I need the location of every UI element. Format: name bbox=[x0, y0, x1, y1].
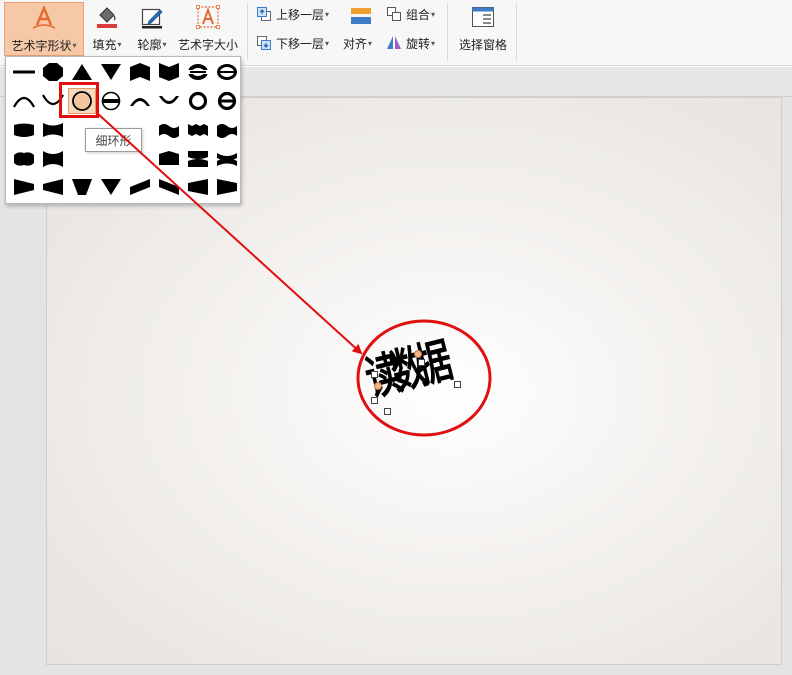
shape-chevron-up[interactable] bbox=[126, 59, 154, 85]
adjustment-handle[interactable] bbox=[414, 350, 422, 358]
dropdown-arrow-icon: ▾ bbox=[368, 38, 373, 48]
ribbon-separator bbox=[516, 4, 517, 60]
outline-label: 轮廓 bbox=[137, 38, 162, 52]
shape-curve-up[interactable] bbox=[155, 117, 183, 143]
group-icon bbox=[387, 7, 401, 21]
shape-triangle-inverted[interactable] bbox=[97, 174, 125, 200]
resize-handle[interactable] bbox=[384, 408, 391, 415]
shape-slant-up[interactable] bbox=[126, 174, 154, 200]
selection-pane-icon bbox=[471, 2, 495, 32]
shape-triangle-down[interactable] bbox=[97, 59, 125, 85]
shape-curve-down[interactable] bbox=[184, 117, 212, 143]
shape-button-pour[interactable] bbox=[213, 88, 241, 114]
shape-arch-up[interactable] bbox=[10, 88, 38, 114]
wordart-shape-label: 艺术字形状 bbox=[11, 39, 72, 53]
wordart-shape-button[interactable]: 艺术字形状▾ bbox=[4, 2, 84, 56]
shape-tooltip: 细环形 bbox=[85, 128, 142, 152]
dropdown-arrow-icon: ▾ bbox=[72, 41, 77, 50]
shape-fade-right[interactable] bbox=[10, 174, 38, 200]
dropdown-arrow-icon: ▾ bbox=[325, 9, 330, 19]
shape-fade-left[interactable] bbox=[39, 174, 67, 200]
ribbon-separator bbox=[247, 4, 248, 60]
shape-cascade-up[interactable] bbox=[184, 174, 212, 200]
outline-button[interactable]: 轮廓▾ bbox=[131, 2, 173, 56]
resize-handle[interactable] bbox=[418, 359, 425, 366]
rotate-icon bbox=[387, 36, 401, 49]
shape-slant-down[interactable] bbox=[155, 174, 183, 200]
shape-wave-2[interactable] bbox=[39, 117, 67, 143]
send-backward-label: 下移一层 bbox=[276, 36, 325, 51]
adjustment-handle[interactable] bbox=[374, 382, 382, 390]
resize-handle[interactable] bbox=[371, 371, 378, 378]
wordart-size-label: 艺术字大小 bbox=[177, 38, 238, 52]
selection-pane-label: 选择窗格 bbox=[458, 38, 507, 52]
shape-circle-pour[interactable] bbox=[184, 88, 212, 114]
workspace-bottom-gutter bbox=[46, 665, 792, 675]
selection-highlight-box bbox=[59, 82, 99, 118]
bring-forward-label: 上移一层 bbox=[276, 7, 325, 22]
shape-chevron-down[interactable] bbox=[155, 59, 183, 85]
fill-bucket-icon bbox=[95, 2, 119, 32]
shape-cascade-down[interactable] bbox=[213, 174, 241, 200]
wordart-size-icon bbox=[195, 2, 221, 32]
ribbon-separator bbox=[447, 4, 448, 60]
shape-deflate[interactable] bbox=[39, 146, 67, 172]
resize-handle[interactable] bbox=[454, 381, 461, 388]
shape-stop[interactable] bbox=[68, 174, 96, 200]
dropdown-arrow-icon: ▾ bbox=[117, 40, 122, 49]
selection-pane-button[interactable]: 选择窗格 bbox=[454, 2, 512, 56]
shape-arch-down-pour[interactable] bbox=[155, 88, 183, 114]
resize-handle[interactable] bbox=[371, 397, 378, 404]
dropdown-arrow-icon: ▾ bbox=[162, 40, 167, 49]
shape-plain-line[interactable] bbox=[10, 59, 38, 85]
dropdown-arrow-icon: ▾ bbox=[431, 9, 436, 19]
align-top-icon-button[interactable] bbox=[350, 4, 376, 28]
fill-label: 填充 bbox=[92, 38, 117, 52]
shape-fade-down[interactable] bbox=[184, 146, 212, 172]
wordart-object[interactable]: 读数据 bbox=[360, 336, 470, 420]
shape-fade-up[interactable] bbox=[155, 146, 183, 172]
shape-double-wave[interactable] bbox=[213, 117, 241, 143]
shape-ring-outside[interactable] bbox=[213, 59, 241, 85]
shape-wave-1[interactable] bbox=[10, 117, 38, 143]
dropdown-arrow-icon: ▾ bbox=[431, 38, 436, 48]
workspace-right-gutter bbox=[782, 97, 792, 675]
wordart-shape-icon bbox=[31, 3, 57, 33]
bring-forward-icon bbox=[257, 7, 271, 21]
rotate-label: 旋转 bbox=[406, 36, 431, 51]
shape-tooltip-text: 细环形 bbox=[95, 133, 132, 148]
dropdown-arrow-icon: ▾ bbox=[325, 38, 330, 48]
group-label: 组合 bbox=[406, 7, 431, 22]
shape-ring-inside[interactable] bbox=[184, 59, 212, 85]
group-button[interactable]: 组合 ▾ bbox=[386, 3, 435, 25]
align-label: 对齐 bbox=[343, 36, 368, 51]
shape-button[interactable] bbox=[97, 88, 125, 114]
shape-cascade[interactable] bbox=[213, 146, 241, 172]
send-backward-icon bbox=[257, 36, 271, 50]
send-backward-button[interactable]: 下移一层 ▾ bbox=[256, 32, 329, 54]
bring-forward-button[interactable]: 上移一层 ▾ bbox=[256, 3, 329, 25]
align-top-icon bbox=[351, 8, 371, 24]
fill-button[interactable]: 填充▾ bbox=[86, 2, 128, 56]
shape-inflate[interactable] bbox=[10, 146, 38, 172]
align-button[interactable]: 对齐 ▾ bbox=[343, 32, 372, 54]
shape-arch-up-pour[interactable] bbox=[126, 88, 154, 114]
wordart-size-button[interactable]: 艺术字大小 bbox=[177, 2, 239, 56]
outline-pen-icon bbox=[140, 2, 164, 32]
rotate-button[interactable]: 旋转 ▾ bbox=[386, 32, 435, 54]
